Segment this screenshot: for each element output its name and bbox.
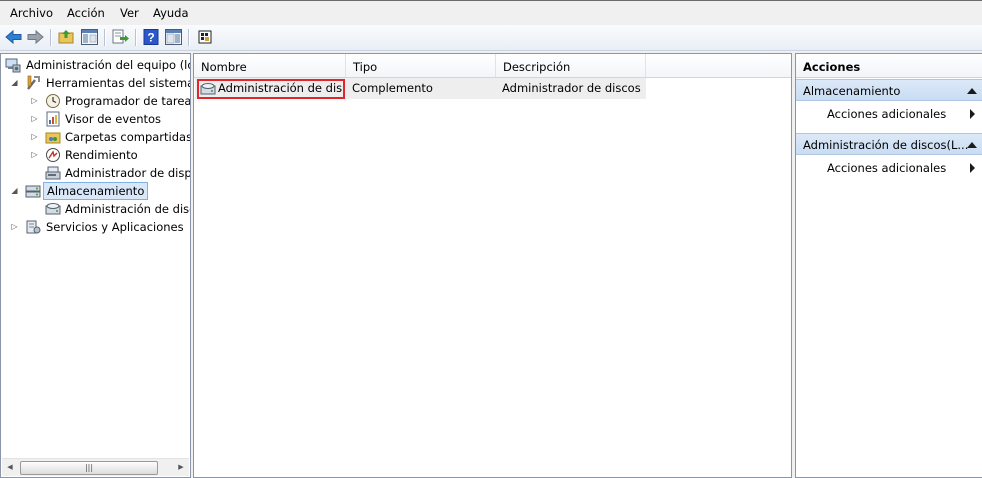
- tree-item-label: Herramientas del sistema: [46, 76, 191, 90]
- tree-item-label: Programador de tareas: [65, 94, 191, 108]
- shared-folder-icon: [45, 129, 61, 145]
- show-hide-action-pane-icon[interactable]: [164, 28, 183, 46]
- toolbar-separator: [135, 29, 137, 46]
- tree-item-programador[interactable]: ▷ Programador de tareas: [1, 92, 190, 110]
- tree-item-carpetas[interactable]: ▷ Carpetas compartidas: [1, 128, 190, 146]
- collapse-up-icon[interactable]: [967, 88, 977, 94]
- cell-descripcion: Administrador de discos...: [502, 81, 642, 95]
- up-folder-icon[interactable]: [57, 28, 76, 46]
- svg-text:?: ?: [147, 31, 154, 45]
- tree-item-label: Administración del equipo (local): [26, 58, 190, 72]
- menu-ayuda[interactable]: Ayuda: [153, 6, 189, 20]
- tree-item-label: Administrador de dispositivos: [65, 166, 191, 180]
- toolbar: ?: [0, 25, 982, 51]
- menu-bar: Archivo Acción Ver Ayuda: [0, 0, 982, 25]
- help-icon[interactable]: ?: [142, 28, 161, 46]
- export-list-icon[interactable]: [111, 28, 130, 46]
- services-icon: [25, 219, 41, 235]
- column-tipo[interactable]: Tipo: [346, 54, 496, 77]
- action-item-label: Acciones adicionales: [827, 107, 947, 121]
- menu-ver[interactable]: Ver: [120, 6, 139, 20]
- tree-item-rendimiento[interactable]: ▷ Rendimiento: [1, 146, 190, 164]
- tree-item-almacenamiento[interactable]: ◢ Almacenamiento: [1, 182, 190, 200]
- toolbar-separator: [50, 29, 52, 46]
- menu-accion[interactable]: Acción: [67, 6, 105, 20]
- collapse-up-icon[interactable]: [967, 142, 977, 148]
- scrollbar-thumb[interactable]: |||: [20, 461, 158, 475]
- expand-arrow-icon[interactable]: ▷: [30, 92, 39, 110]
- expand-arrow-icon[interactable]: ▷: [10, 218, 19, 236]
- show-hide-console-tree-icon[interactable]: [80, 28, 99, 46]
- tree-item-label: Carpetas compartidas: [65, 130, 191, 144]
- expand-arrow-icon[interactable]: ▷: [30, 128, 39, 146]
- event-viewer-icon: [45, 111, 61, 127]
- console-tree-pane[interactable]: Administración del equipo (local) ◢ Herr…: [0, 53, 191, 478]
- list-header: Nombre Tipo Descripción: [194, 54, 791, 78]
- tree-item-admin-discos[interactable]: Administración de discos: [1, 200, 190, 218]
- scroll-right-icon[interactable]: ▶: [173, 459, 189, 476]
- clock-icon: [45, 93, 61, 109]
- tree-item-label: Servicios y Aplicaciones: [46, 220, 184, 234]
- tree-item-admin-dispositivos[interactable]: Administrador de dispositivos: [1, 164, 190, 182]
- actions-title: Acciones: [796, 54, 982, 78]
- tree-item-label: Administración de discos: [65, 202, 190, 216]
- tree-item-label: Visor de eventos: [65, 112, 162, 126]
- forward-arrow-icon[interactable]: [26, 28, 45, 46]
- action-item-acciones-adicionales[interactable]: Acciones adicionales: [796, 157, 982, 179]
- action-section-admin-discos[interactable]: Administración de discos(L...: [796, 133, 982, 155]
- column-nombre[interactable]: Nombre: [194, 54, 346, 77]
- expand-arrow-icon[interactable]: ▷: [30, 110, 39, 128]
- toolbar-separator: [104, 29, 106, 46]
- toolbar-separator: [188, 29, 190, 46]
- properties-icon[interactable]: [196, 28, 215, 46]
- menu-archivo[interactable]: Archivo: [10, 6, 53, 20]
- collapse-arrow-icon[interactable]: ◢: [10, 182, 19, 200]
- submenu-arrow-icon: [970, 163, 975, 173]
- tree-item-visor[interactable]: ▷ Visor de eventos: [1, 110, 190, 128]
- tree-item-herramientas[interactable]: ◢ Herramientas del sistema: [1, 74, 190, 92]
- column-descripcion[interactable]: Descripción: [496, 54, 646, 77]
- action-item-acciones-adicionales[interactable]: Acciones adicionales: [796, 103, 982, 125]
- action-item-label: Acciones adicionales: [827, 161, 947, 175]
- computer-management-icon: [5, 57, 21, 73]
- list-pane[interactable]: Nombre Tipo Descripción Administración d…: [193, 53, 792, 478]
- scroll-left-icon[interactable]: ◀: [2, 459, 18, 476]
- back-arrow-icon[interactable]: [4, 28, 23, 46]
- storage-icon: [25, 183, 41, 199]
- horizontal-scrollbar[interactable]: ◀ ||| ▶: [2, 458, 189, 476]
- device-manager-icon: [45, 165, 61, 181]
- performance-icon: [45, 147, 61, 163]
- tree-item-label: Rendimiento: [65, 148, 138, 162]
- tree-item-root[interactable]: Administración del equipo (local): [1, 56, 190, 74]
- highlight-box: [197, 79, 345, 99]
- cell-tipo: Complemento: [352, 81, 433, 95]
- action-section-label: Almacenamiento: [803, 84, 901, 98]
- action-section-almacenamiento[interactable]: Almacenamiento: [796, 79, 982, 101]
- expand-arrow-icon[interactable]: ▷: [30, 146, 39, 164]
- tree-item-label: Almacenamiento: [43, 182, 149, 200]
- tools-icon: [25, 75, 41, 91]
- tree-item-servicios[interactable]: ▷ Servicios y Aplicaciones: [1, 218, 190, 236]
- disk-management-icon: [45, 201, 61, 217]
- submenu-arrow-icon: [970, 109, 975, 119]
- collapse-arrow-icon[interactable]: ◢: [10, 74, 19, 92]
- actions-pane: Acciones Almacenamiento Acciones adicion…: [795, 53, 982, 478]
- action-section-label: Administración de discos(L...: [803, 138, 969, 152]
